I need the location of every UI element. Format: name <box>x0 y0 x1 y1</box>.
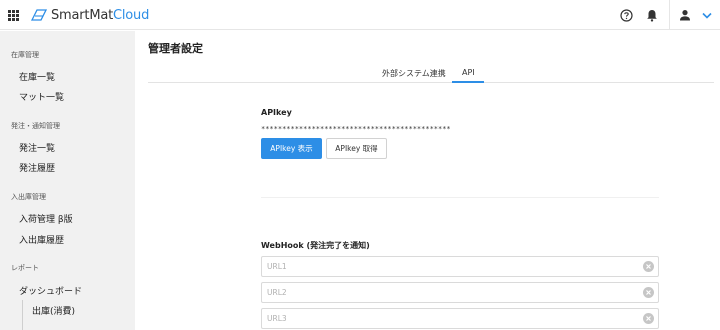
apikey-heading: APIkey <box>261 108 292 117</box>
sidebar-item-dashboard[interactable]: ダッシュボード <box>19 284 82 297</box>
sidebar-subitem-consumption[interactable]: 出庫(消費) <box>32 304 75 317</box>
app-logo[interactable]: SmartMat Cloud <box>31 7 149 23</box>
sidebar-section-inout: 入出庫管理 <box>11 193 46 201</box>
webhook-url-field-3 <box>261 308 659 329</box>
apps-grid-icon[interactable] <box>8 10 19 21</box>
logo-text-cloud: Cloud <box>113 7 150 23</box>
sidebar-subitem-indicator <box>22 300 23 330</box>
webhook-url-field-1 <box>261 256 659 277</box>
chevron-down-icon[interactable] <box>699 7 715 23</box>
sidebar-section-inventory: 在庫管理 <box>11 51 39 59</box>
get-apikey-button[interactable]: APIkey 取得 <box>326 138 387 159</box>
webhook-url-field-2 <box>261 282 659 303</box>
clear-icon[interactable] <box>643 287 654 298</box>
sidebar-item-order-list[interactable]: 発注一覧 <box>19 141 55 154</box>
logo-text-smartmat: SmartMat <box>51 7 114 23</box>
tab-api[interactable]: API <box>462 68 475 77</box>
sidebar-item-inout-history[interactable]: 入出庫履歴 <box>19 233 64 246</box>
active-tab-indicator <box>452 81 484 83</box>
user-icon[interactable] <box>677 7 693 23</box>
sidebar-item-inventory-list[interactable]: 在庫一覧 <box>19 70 55 83</box>
bell-icon[interactable] <box>644 7 660 23</box>
help-circle-icon[interactable] <box>618 7 634 23</box>
sidebar-item-receiving-beta[interactable]: 入荷管理 β版 <box>19 212 73 225</box>
smartmat-logo-icon <box>31 9 47 21</box>
clear-icon[interactable] <box>643 261 654 272</box>
page-title: 管理者設定 <box>148 42 203 55</box>
tabs-divider <box>148 82 714 83</box>
webhook-heading: WebHook (発注完了を通知) <box>261 241 370 250</box>
clear-icon[interactable] <box>643 313 654 324</box>
sidebar-section-orders: 発注・通知管理 <box>11 122 60 130</box>
sidebar-section-reports: レポート <box>11 264 39 272</box>
app-header: SmartMat Cloud <box>0 0 720 30</box>
sidebar-item-mat-list[interactable]: マット一覧 <box>19 90 64 103</box>
webhook-url-input-2[interactable] <box>262 283 642 302</box>
show-apikey-button[interactable]: APIkey 表示 <box>261 138 322 159</box>
webhook-url-input-1[interactable] <box>262 257 642 276</box>
header-divider <box>669 0 670 30</box>
apikey-masked-value: ****************************************… <box>261 125 451 133</box>
tab-external-system[interactable]: 外部システム連携 <box>382 68 446 79</box>
webhook-url-input-3[interactable] <box>262 309 642 328</box>
section-divider <box>261 197 659 198</box>
sidebar-item-order-history[interactable]: 発注履歴 <box>19 161 55 174</box>
